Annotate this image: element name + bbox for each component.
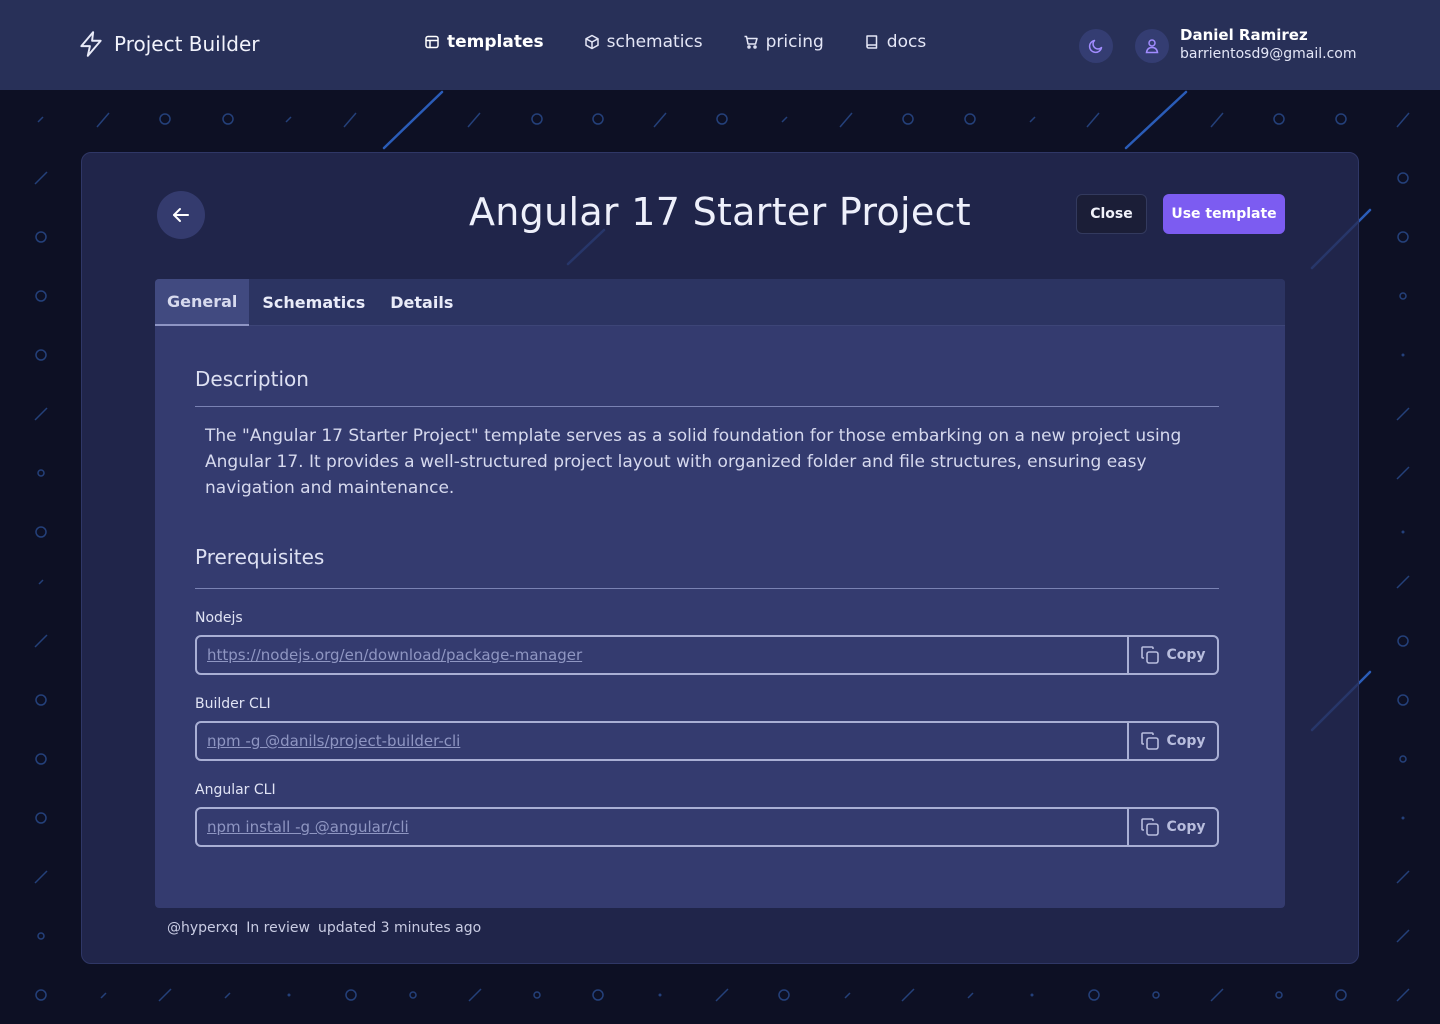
status-badge: In review — [246, 920, 310, 936]
copy-button[interactable]: Copy — [1127, 809, 1217, 845]
prerequisites-heading: Prerequisites — [195, 545, 325, 569]
nodejs-link[interactable]: https://nodejs.org/en/download/package-m… — [197, 637, 1127, 673]
brand-logo[interactable]: Project Builder — [78, 30, 260, 58]
copy-label: Copy — [1166, 647, 1206, 663]
copy-button[interactable]: Copy — [1127, 723, 1217, 759]
prerequisite-field-angular-cli: npm install -g @angular/cli Copy — [195, 807, 1219, 847]
prerequisite-label-nodejs: Nodejs — [195, 610, 243, 626]
cart-icon — [744, 35, 758, 49]
prerequisites-divider — [195, 588, 1219, 589]
tab-general[interactable]: General — [155, 279, 250, 326]
brand-name: Project Builder — [114, 32, 260, 56]
copy-label: Copy — [1166, 819, 1206, 835]
nav-label: docs — [886, 32, 927, 52]
angular-cli-command[interactable]: npm install -g @angular/cli — [197, 809, 1127, 845]
prerequisite-label-builder-cli: Builder CLI — [195, 696, 271, 712]
top-navbar: Project Builder templates schematics pri… — [0, 0, 1440, 90]
copy-icon — [1141, 818, 1160, 836]
template-status-line: @hyperxq In review updated 3 minutes ago — [167, 920, 481, 936]
copy-icon — [1141, 646, 1160, 664]
description-heading: Description — [195, 367, 309, 391]
page-title: Angular 17 Starter Project — [469, 190, 971, 234]
close-button[interactable]: Close — [1076, 194, 1147, 234]
nav-label: schematics — [606, 32, 703, 52]
prerequisite-field-nodejs: https://nodejs.org/en/download/package-m… — [195, 635, 1219, 675]
arrow-left-icon — [173, 208, 189, 222]
avatar[interactable] — [1135, 29, 1169, 63]
description-text: The "Angular 17 Starter Project" templat… — [205, 426, 1182, 498]
nav-docs[interactable]: docs — [864, 32, 926, 52]
tab-details[interactable]: Details — [378, 279, 465, 326]
use-template-button[interactable]: Use template — [1163, 194, 1285, 234]
user-info[interactable]: Daniel Ramirez barrientosd9@gmail.com — [1180, 25, 1356, 63]
theme-toggle-button[interactable] — [1079, 29, 1113, 63]
prerequisite-field-builder-cli: npm -g @danils/project-builder-cli Copy — [195, 721, 1219, 761]
updated-timestamp: updated 3 minutes ago — [317, 920, 482, 936]
user-icon — [1145, 39, 1159, 54]
template-icon — [425, 35, 439, 49]
copy-label: Copy — [1166, 733, 1206, 749]
builder-cli-command[interactable]: npm -g @danils/project-builder-cli — [197, 723, 1127, 759]
prerequisite-label-angular-cli: Angular CLI — [195, 782, 276, 798]
user-name: Daniel Ramirez — [1180, 26, 1308, 44]
main-nav: templates schematics pricing docs — [424, 32, 926, 52]
tab-schematics[interactable]: Schematics — [250, 279, 377, 326]
cube-icon — [584, 34, 599, 50]
user-email: barrientosd9@gmail.com — [1180, 46, 1357, 62]
description-divider — [195, 406, 1219, 407]
lightning-icon — [80, 31, 102, 57]
nav-pricing[interactable]: pricing — [743, 32, 824, 52]
tab-bar: General Schematics Details — [155, 279, 1285, 326]
copy-button[interactable]: Copy — [1127, 637, 1217, 673]
moon-icon — [1088, 39, 1103, 54]
nav-label: templates — [447, 32, 544, 52]
book-icon — [866, 35, 878, 49]
nav-schematics[interactable]: schematics — [584, 32, 703, 52]
tabs-card: General Schematics Details Description T… — [155, 279, 1285, 908]
copy-icon — [1141, 732, 1160, 750]
back-button[interactable] — [157, 191, 205, 239]
nav-label: pricing — [765, 32, 824, 52]
nav-templates[interactable]: templates — [424, 32, 544, 52]
author-handle[interactable]: @hyperxq — [167, 920, 238, 936]
